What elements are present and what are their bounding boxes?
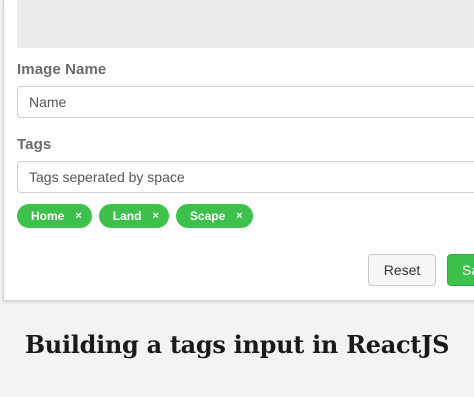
image-preview xyxy=(17,0,474,48)
tag-chip: Scape × xyxy=(175,204,253,228)
tag-label: Land xyxy=(112,209,142,223)
tags-input[interactable] xyxy=(17,161,474,193)
tag-label: Scape xyxy=(189,209,226,223)
image-name-label: Image Name xyxy=(17,61,107,78)
reset-button[interactable]: Reset xyxy=(368,254,436,286)
image-form-card: Image Name Tags Home × Land × Scape × Re… xyxy=(3,0,474,301)
tags-label: Tags xyxy=(17,136,52,153)
tag-list: Home × Land × Scape × xyxy=(17,204,253,228)
remove-tag-icon[interactable]: × xyxy=(236,210,242,222)
image-name-input[interactable] xyxy=(17,86,474,118)
tag-chip: Home × xyxy=(17,204,92,228)
tag-chip: Land × xyxy=(98,204,169,228)
tag-label: Home xyxy=(31,209,65,223)
save-button[interactable]: Sa xyxy=(447,254,474,286)
remove-tag-icon[interactable]: × xyxy=(75,210,81,222)
remove-tag-icon[interactable]: × xyxy=(152,210,158,222)
caption-title: Building a tags input in ReactJS xyxy=(24,330,450,359)
